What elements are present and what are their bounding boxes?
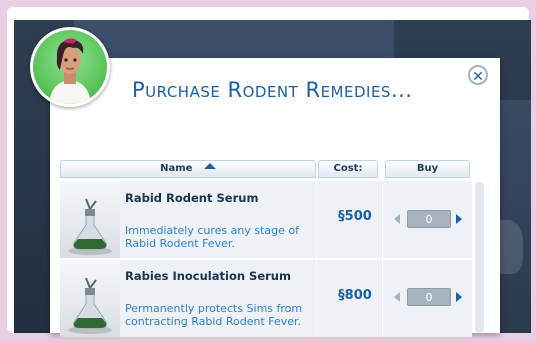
quantity-field[interactable]: 0 xyxy=(407,288,451,306)
quantity-stepper: 0 xyxy=(394,210,464,228)
serum-flask-icon xyxy=(60,260,120,337)
dialog-title: Purchase Rodent Remedies... xyxy=(132,78,413,102)
column-header-name[interactable]: Name xyxy=(60,160,316,178)
scrollbar[interactable] xyxy=(475,182,484,333)
item-name: Rabies Inoculation Serum xyxy=(125,269,291,283)
item-row-1: Rabies Inoculation Serum Permanently pro… xyxy=(60,260,472,337)
column-header-cost: Cost: xyxy=(318,160,378,178)
close-icon[interactable]: ✕ xyxy=(468,65,488,85)
item-price-value: 800 xyxy=(344,288,372,303)
decrease-quantity-icon[interactable] xyxy=(394,292,400,302)
column-header-buy: Buy xyxy=(385,160,470,178)
increase-quantity-icon[interactable] xyxy=(456,214,462,224)
sort-ascending-icon xyxy=(203,163,216,169)
increase-quantity-icon[interactable] xyxy=(456,292,462,302)
decrease-quantity-icon[interactable] xyxy=(394,214,400,224)
item-price: §500 xyxy=(330,209,380,224)
item-name: Rabid Rodent Serum xyxy=(125,191,259,205)
column-header-name-label: Name xyxy=(160,163,193,174)
item-price: §800 xyxy=(330,288,380,303)
item-description: Permanently protects Sims from contracti… xyxy=(125,302,303,328)
quantity-field[interactable]: 0 xyxy=(407,210,451,228)
sim-avatar xyxy=(30,27,110,107)
item-price-value: 500 xyxy=(344,209,372,224)
serum-flask-icon xyxy=(60,181,120,258)
item-description: Immediately cures any stage of Rabid Rod… xyxy=(125,224,300,250)
quantity-stepper: 0 xyxy=(394,288,464,306)
item-row-0: Rabid Rodent Serum Immediately cures any… xyxy=(60,181,472,258)
